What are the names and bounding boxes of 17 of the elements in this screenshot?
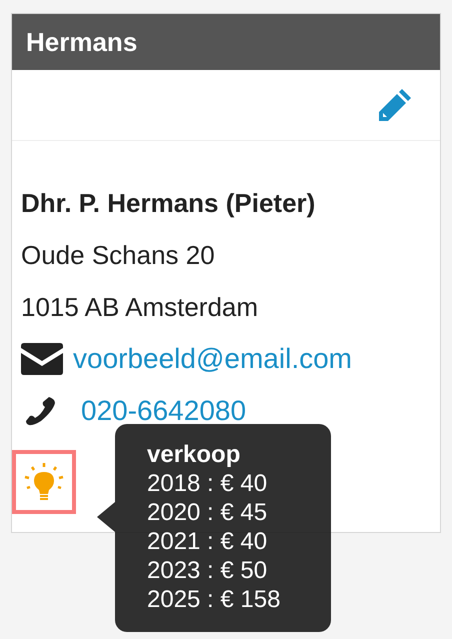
address-line: 1015 AB Amsterdam <box>21 291 260 324</box>
tooltip-line: 2018 : € 40 <box>147 469 268 498</box>
envelope-icon <box>21 343 63 375</box>
phone-link[interactable]: 020-6642080 <box>81 395 246 427</box>
edit-icon[interactable] <box>377 87 413 123</box>
card-title: Hermans <box>26 26 138 58</box>
tooltip-line: 2023 : € 50 <box>147 556 268 585</box>
tooltip-line: 2020 : € 45 <box>147 498 268 527</box>
tooltip-title: verkoop <box>147 440 242 469</box>
tooltip-line: 2025 : € 158 <box>147 585 282 614</box>
tooltip-line: 2021 : € 40 <box>147 527 268 556</box>
phone-icon <box>25 395 57 427</box>
contact-name: Dhr. P. Hermans (Pieter) <box>21 187 316 220</box>
address-line: Oude Schans 20 <box>21 239 216 272</box>
lightbulb-button[interactable] <box>12 450 76 514</box>
lightbulb-icon <box>24 462 64 502</box>
email-link[interactable]: voorbeeld@email.com <box>73 343 352 375</box>
